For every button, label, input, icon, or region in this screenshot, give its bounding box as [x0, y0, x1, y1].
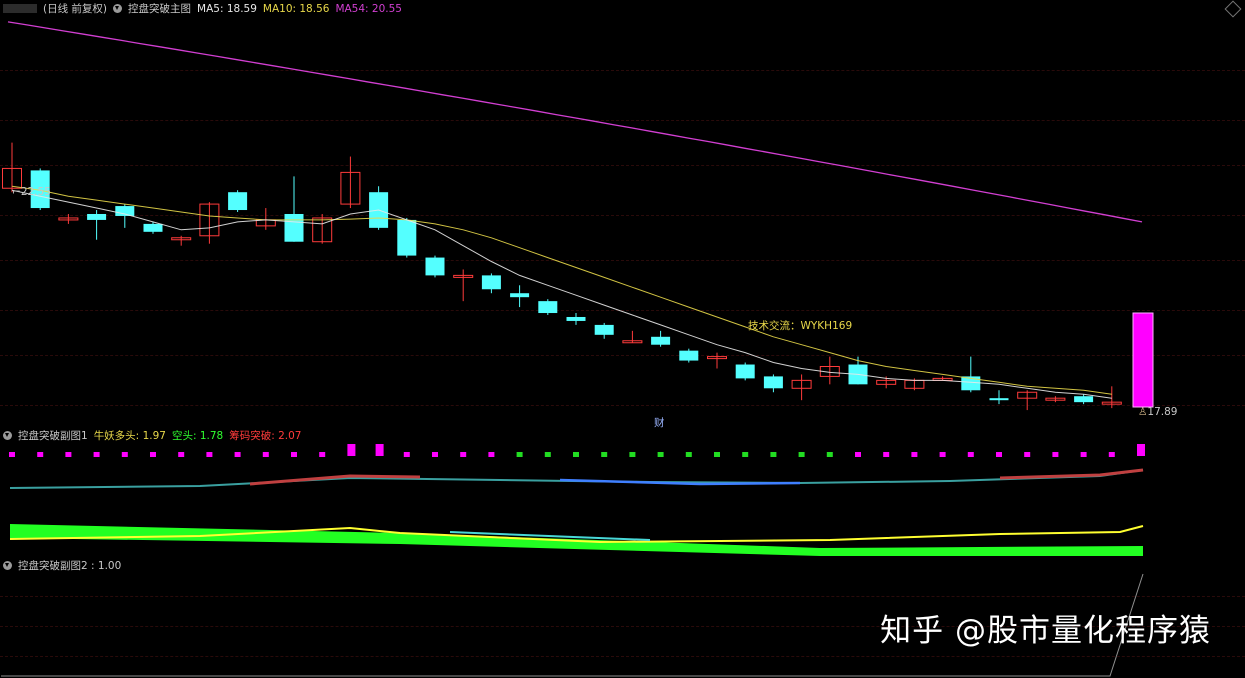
low-price-value: 17.89 — [1147, 406, 1178, 418]
sub-chart-1-plot[interactable] — [0, 428, 1245, 558]
main-header: (日线 前复权) 控盘突破主图 MA5: 18.59 MA10: 18.56 MA54:… — [3, 2, 408, 16]
candle-body — [566, 316, 586, 321]
signal-dot — [488, 452, 495, 457]
signal-dot — [37, 452, 44, 457]
stock-name-redacted — [3, 4, 37, 13]
current-volume-bar — [1132, 312, 1154, 408]
flow-line-red — [999, 468, 1144, 480]
sub2-header: 控盘突破副图2 : 1.00 — [3, 559, 127, 573]
sub1-header: 控盘突破副图1 牛妖多头: 1.97 空头: 1.78 筹码突破: 2.07 — [3, 429, 307, 443]
signal-dot — [234, 452, 241, 457]
candle-body — [510, 293, 530, 298]
main-indicator-name[interactable]: 控盘突破主图 — [128, 3, 191, 15]
candle-body — [397, 219, 417, 256]
candle-body — [594, 324, 614, 335]
signal-dot — [1052, 452, 1059, 457]
high-marker-icon: ⌐ — [12, 186, 21, 198]
candle-body — [481, 275, 501, 290]
candle-body — [679, 350, 699, 361]
signal-dot — [657, 452, 664, 457]
ma5-line — [11, 189, 1112, 399]
signal-dot — [573, 452, 579, 457]
low-price-label: ♙17.89 — [1138, 406, 1177, 418]
tech-annotation: 技术交流：WYKH169 — [748, 320, 853, 332]
signal-dot — [375, 444, 384, 456]
signal-dot — [403, 452, 410, 457]
grid-line — [0, 596, 1245, 597]
flow-line-red — [249, 474, 421, 486]
signal-dot — [347, 444, 356, 456]
signal-dot — [629, 452, 636, 457]
signal-dot — [1137, 444, 1145, 456]
signal-dot — [826, 452, 833, 457]
candle-body — [735, 364, 755, 379]
signal-dot — [967, 452, 974, 457]
indicator-menu-icon[interactable] — [113, 4, 123, 13]
candle-body — [143, 223, 163, 232]
signal-dot — [883, 452, 890, 457]
signal-dot — [911, 452, 918, 457]
signal-dot — [855, 452, 861, 457]
bull-value: 牛妖多头: 1.97 — [93, 430, 166, 442]
signal-dot — [770, 452, 777, 457]
signal-dot — [121, 452, 128, 457]
candle-body — [651, 336, 671, 345]
signal-dot — [516, 452, 523, 457]
signal-dot — [432, 452, 438, 457]
signal-dot — [460, 452, 467, 457]
candle-body — [87, 213, 107, 220]
signal-dot — [939, 452, 946, 457]
candle-body — [763, 376, 783, 389]
candle-body — [425, 257, 445, 276]
candlestick-chart[interactable] — [0, 0, 1245, 428]
high-price-label: ⌐22.55 — [12, 186, 51, 198]
candle-body — [1074, 396, 1094, 403]
signal-dot — [1080, 452, 1087, 457]
grid-line — [0, 656, 1245, 657]
indicator-menu-icon[interactable] — [3, 561, 12, 570]
ma54-line — [7, 21, 1143, 223]
candle-body — [228, 192, 248, 211]
candle-body — [989, 398, 1009, 401]
candle-body — [538, 301, 558, 314]
signal-dot — [714, 452, 720, 457]
signal-dot — [262, 452, 269, 457]
signal-dot — [65, 452, 72, 457]
sub2-indicator-name[interactable]: 控盘突破副图2 : 1.00 — [18, 560, 121, 572]
sub-chart-1-panel[interactable]: 控盘突破副图1 牛妖多头: 1.97 空头: 1.78 筹码突破: 2.07 — [0, 428, 1245, 558]
period-label: (日线 前复权) — [43, 3, 108, 15]
signal-dot — [1108, 452, 1115, 457]
ma5-value: MA5: 18.59 — [197, 3, 257, 15]
signal-dot — [319, 452, 326, 457]
candle-body — [284, 213, 304, 242]
indicator-menu-icon[interactable] — [3, 431, 12, 440]
sub1-indicator-name[interactable]: 控盘突破副图1 — [18, 430, 88, 442]
breakout-value: 筹码突破: 2.07 — [229, 430, 302, 442]
signal-dot — [544, 452, 551, 457]
watermark-text: 知乎 @股市量化程序猿 — [880, 613, 1211, 649]
signal-dot — [150, 452, 156, 457]
ma10-value: MA10: 18.56 — [262, 3, 330, 15]
low-marker-icon: ♙ — [1138, 406, 1148, 418]
signal-dot — [601, 452, 608, 457]
signal-dot — [742, 452, 749, 457]
ma54-value: MA54: 20.55 — [335, 3, 402, 15]
signal-dot — [1024, 452, 1031, 457]
flow-line — [9, 469, 1144, 489]
signal-dot — [178, 452, 185, 457]
bear-value: 空头: 1.78 — [171, 430, 224, 442]
signal-dot — [996, 452, 1002, 457]
signal-dot — [798, 452, 805, 457]
signal-dot — [206, 452, 213, 457]
signal-dot — [93, 452, 100, 457]
signal-dot — [291, 452, 297, 457]
main-chart-panel[interactable]: (日线 前复权) 控盘突破主图 MA5: 18.59 MA10: 18.56 MA54:… — [0, 0, 1245, 429]
high-price-value: 22.55 — [20, 186, 51, 198]
signal-dot — [685, 452, 692, 457]
signal-dot — [9, 452, 15, 457]
